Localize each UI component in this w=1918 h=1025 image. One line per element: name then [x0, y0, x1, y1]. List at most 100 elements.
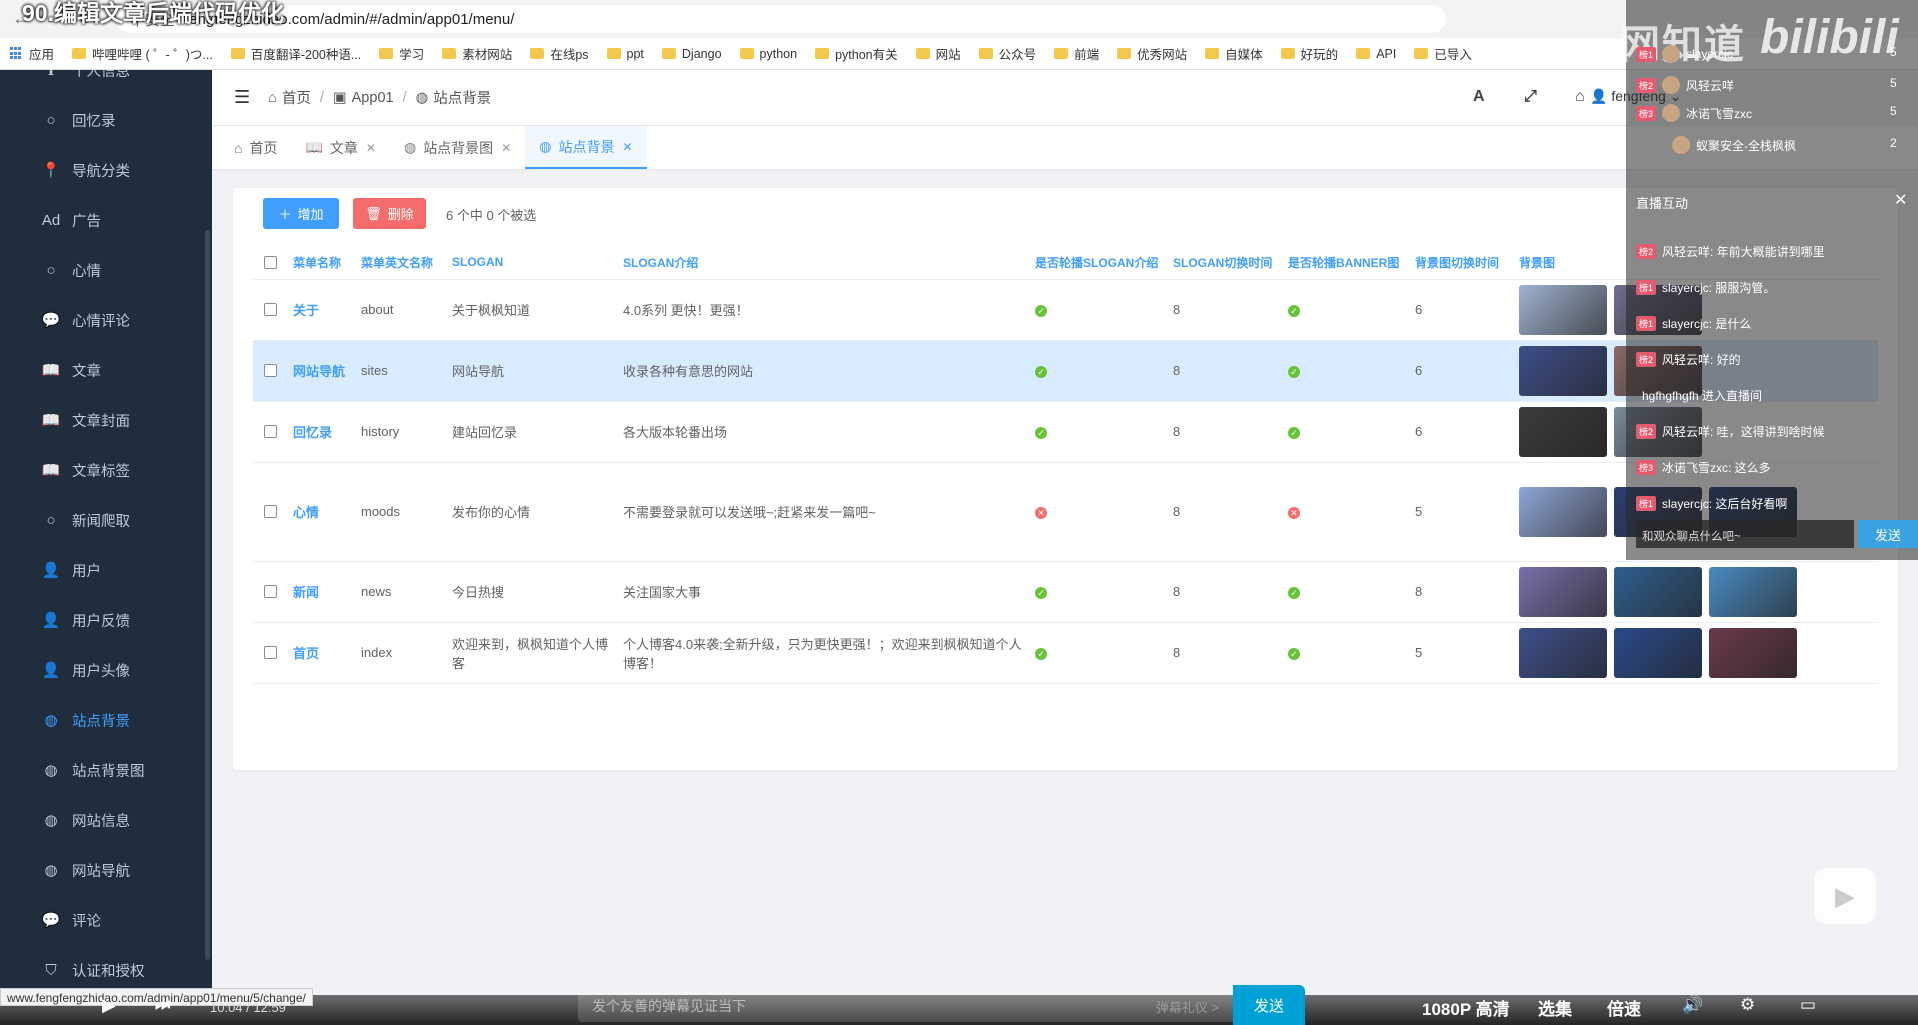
bookmark-13[interactable]: 优秀网站: [1117, 44, 1187, 63]
sidebar-item-6[interactable]: 📖 文章: [0, 345, 212, 395]
column-header[interactable]: 菜单名称: [293, 246, 361, 280]
bookmark-17[interactable]: 已导入: [1414, 44, 1472, 63]
background-thumbnail[interactable]: [1519, 627, 1607, 678]
breadcrumb-app[interactable]: App01: [352, 90, 394, 106]
background-thumbnail[interactable]: [1519, 345, 1607, 396]
background-thumbnail[interactable]: [1709, 566, 1797, 617]
chat-send-button[interactable]: 发送: [1858, 520, 1918, 548]
column-header[interactable]: 菜单英文名称: [361, 246, 452, 280]
volume-icon[interactable]: 🔊: [1682, 995, 1703, 1015]
column-header[interactable]: 背景图切换时间: [1415, 246, 1519, 280]
column-header[interactable]: SLOGAN: [452, 246, 623, 280]
bookmark-5[interactable]: 在线ps: [530, 44, 589, 63]
sidebar-item-11[interactable]: 👤 用户反馈: [0, 595, 212, 645]
sidebar-item-9[interactable]: ○ 新闻爬取: [0, 495, 212, 545]
background-thumbnail[interactable]: [1519, 406, 1607, 457]
next-button[interactable]: ⏭: [155, 995, 170, 1015]
sidebar-item-15[interactable]: ◍ 网站信息: [0, 795, 212, 845]
sidebar-item-10[interactable]: 👤 用户: [0, 545, 212, 595]
close-tab-icon[interactable]: ✕: [622, 140, 632, 154]
row-checkbox[interactable]: [264, 425, 277, 438]
bookmark-2[interactable]: 百度翻译-200种语...: [230, 44, 361, 63]
breadcrumb-home[interactable]: 首页: [282, 87, 311, 108]
background-thumbnail[interactable]: [1709, 627, 1797, 678]
danmaku-etiquette-link[interactable]: 弹幕礼仪 >: [1156, 997, 1219, 1016]
bookmark-8[interactable]: python: [739, 47, 797, 61]
background-thumbnail[interactable]: [1519, 284, 1607, 335]
fullscreen-icon[interactable]: ⤢: [1524, 88, 1537, 106]
home-shortcut-icon[interactable]: ⌂: [1575, 88, 1585, 106]
bookmark-0[interactable]: 应用: [10, 44, 54, 63]
column-header[interactable]: SLOGAN切换时间: [1173, 246, 1288, 280]
danmaku-input[interactable]: 发个友善的弹幕见证当下 弹幕礼仪 >: [578, 990, 1233, 1022]
font-size-icon[interactable]: A: [1473, 88, 1485, 106]
chat-input[interactable]: 和观众聊点什么吧~: [1636, 520, 1854, 548]
sidebar-item-16[interactable]: ◍ 网站导航: [0, 845, 212, 895]
bookmark-15[interactable]: 好玩的: [1280, 44, 1338, 63]
bookmark-9[interactable]: python有关: [815, 44, 898, 63]
row-checkbox[interactable]: [264, 364, 277, 377]
tab-0[interactable]: ⌂ 首页: [220, 126, 291, 169]
add-button[interactable]: ＋增加: [263, 198, 339, 229]
tab-2[interactable]: ◍ 站点背景图 ✕: [390, 126, 525, 169]
play-icon[interactable]: ▶: [1814, 868, 1876, 924]
select-all-checkbox[interactable]: [264, 255, 277, 269]
sidebar-scrollbar[interactable]: [205, 230, 210, 960]
menu-name-link[interactable]: 关于: [293, 279, 361, 341]
sidebar-item-8[interactable]: 📖 文章标签: [0, 445, 212, 495]
menu-toggle-icon[interactable]: ☰: [234, 87, 250, 108]
address-bar[interactable]: 不安全 fengfengzhidao.com/admin/#/admin/app…: [116, 5, 1446, 33]
sidebar-item-7[interactable]: 📖 文章封面: [0, 395, 212, 445]
sidebar-item-14[interactable]: ◍ 站点背景图: [0, 745, 212, 795]
danmaku-send-button[interactable]: 发送: [1233, 985, 1305, 1025]
bookmark-1[interactable]: 哔哩哔哩 ( ゜- ゜)つ...: [72, 44, 213, 63]
sidebar-item-3[interactable]: Ad 广告: [0, 195, 212, 245]
background-thumbnail[interactable]: [1614, 627, 1702, 678]
pip-icon[interactable]: ▭: [1800, 995, 1816, 1015]
episodes-button[interactable]: 选集: [1538, 995, 1572, 1020]
bookmark-3[interactable]: 学习: [379, 44, 424, 63]
bookmark-11[interactable]: 公众号: [978, 44, 1036, 63]
menu-name-link[interactable]: 首页: [293, 622, 361, 684]
row-checkbox[interactable]: [264, 505, 277, 518]
bookmark-12[interactable]: 前端: [1054, 44, 1099, 63]
bookmark-14[interactable]: 自媒体: [1205, 44, 1263, 63]
row-checkbox[interactable]: [264, 303, 277, 316]
sidebar-item-1[interactable]: ○ 回忆录: [0, 95, 212, 145]
sidebar-item-17[interactable]: 💬 评论: [0, 895, 212, 945]
sidebar-item-5[interactable]: 💬 心情评论: [0, 295, 212, 345]
speed-button[interactable]: 倍速: [1607, 995, 1641, 1020]
bookmark-4[interactable]: 素材网站: [442, 44, 512, 63]
column-header[interactable]: SLOGAN介绍: [623, 246, 1035, 280]
column-header[interactable]: 是否轮播SLOGAN介绍: [1035, 246, 1173, 280]
quality-selector[interactable]: 1080P 高清: [1422, 995, 1510, 1020]
sidebar-item-2[interactable]: 📍 导航分类: [0, 145, 212, 195]
play-button[interactable]: ▶: [102, 995, 116, 1016]
settings-icon[interactable]: ⚙: [1740, 995, 1755, 1015]
delete-button[interactable]: 🗑 删除: [353, 198, 426, 229]
table-row[interactable]: 首页 index 欢迎来到，枫枫知道个人博客 个人博客4.0来袭;全新升级，只为更快更…: [253, 622, 1878, 684]
tab-1[interactable]: 📖 文章 ✕: [291, 126, 390, 169]
bookmark-6[interactable]: ppt: [606, 47, 644, 61]
row-checkbox[interactable]: [264, 646, 277, 659]
close-tab-icon[interactable]: ✕: [366, 141, 376, 155]
tab-3[interactable]: ◍ 站点背景 ✕: [525, 126, 647, 169]
background-thumbnail[interactable]: [1519, 486, 1607, 537]
column-header[interactable]: 是否轮播BANNER图: [1288, 246, 1415, 280]
menu-name-link[interactable]: 回忆录: [293, 401, 361, 463]
sidebar-item-4[interactable]: ○ 心情: [0, 245, 212, 295]
background-thumbnail[interactable]: [1614, 566, 1702, 617]
table-row[interactable]: 新闻 news 今日热搜 关注国家大事 ✓ 8 ✓ 8: [253, 561, 1878, 623]
menu-name-link[interactable]: 网站导航: [293, 340, 361, 402]
row-checkbox[interactable]: [264, 585, 277, 598]
bookmark-16[interactable]: API: [1356, 47, 1396, 61]
sidebar-item-12[interactable]: 👤 用户头像: [0, 645, 212, 695]
menu-name-link[interactable]: 心情: [293, 462, 361, 562]
menu-name-link[interactable]: 新闻: [293, 561, 361, 623]
sidebar-item-0[interactable]: ℹ 个人信息: [0, 70, 212, 95]
background-thumbnail[interactable]: [1519, 566, 1607, 617]
bookmark-7[interactable]: Django: [661, 47, 722, 61]
bookmark-10[interactable]: 网站: [915, 44, 961, 63]
sidebar-item-13[interactable]: ◍ 站点背景: [0, 695, 212, 745]
close-tab-icon[interactable]: ✕: [501, 141, 511, 155]
